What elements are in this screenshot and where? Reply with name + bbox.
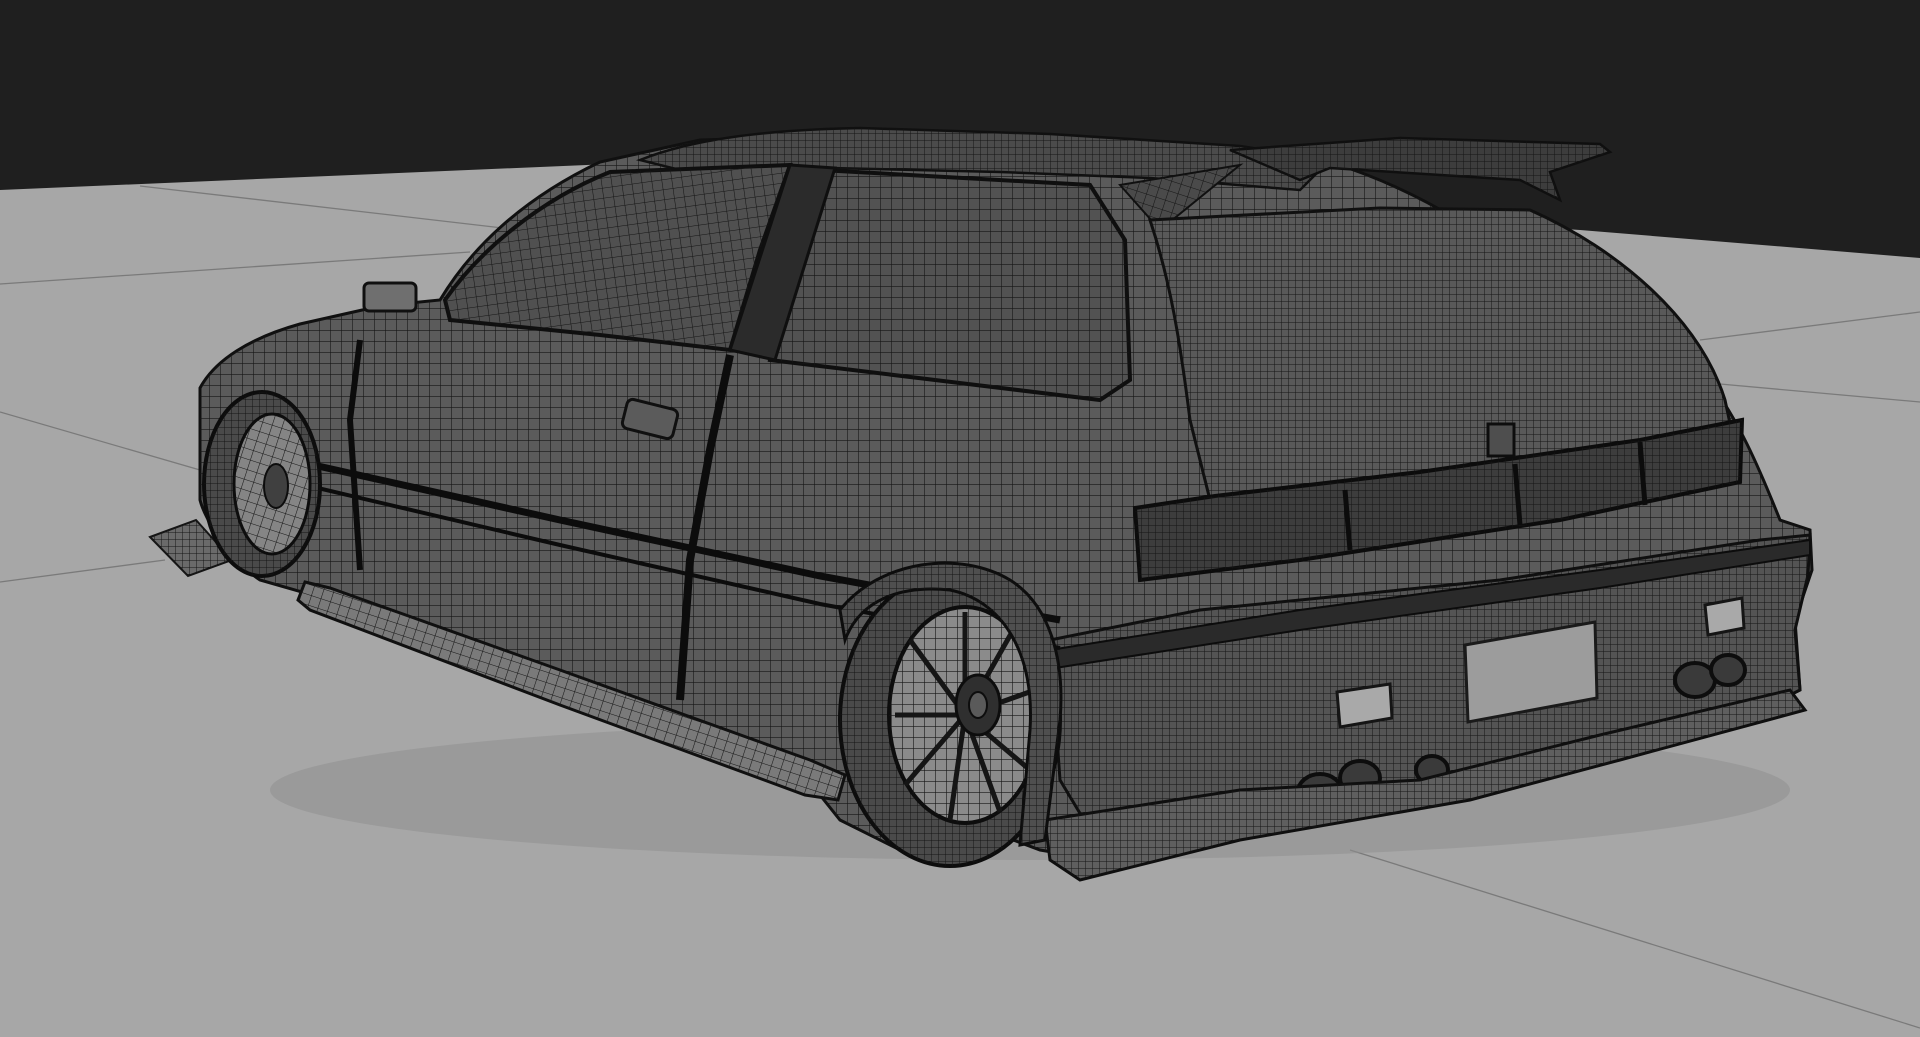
reflector-left	[1335, 682, 1394, 729]
reflector-right	[1703, 596, 1746, 637]
rear-emblem-icon	[1486, 422, 1516, 458]
3d-viewport[interactable]	[0, 0, 1920, 1037]
side-mirror	[362, 281, 418, 313]
viewport-canvas[interactable]	[0, 0, 1920, 1037]
front-wheel	[202, 390, 322, 578]
